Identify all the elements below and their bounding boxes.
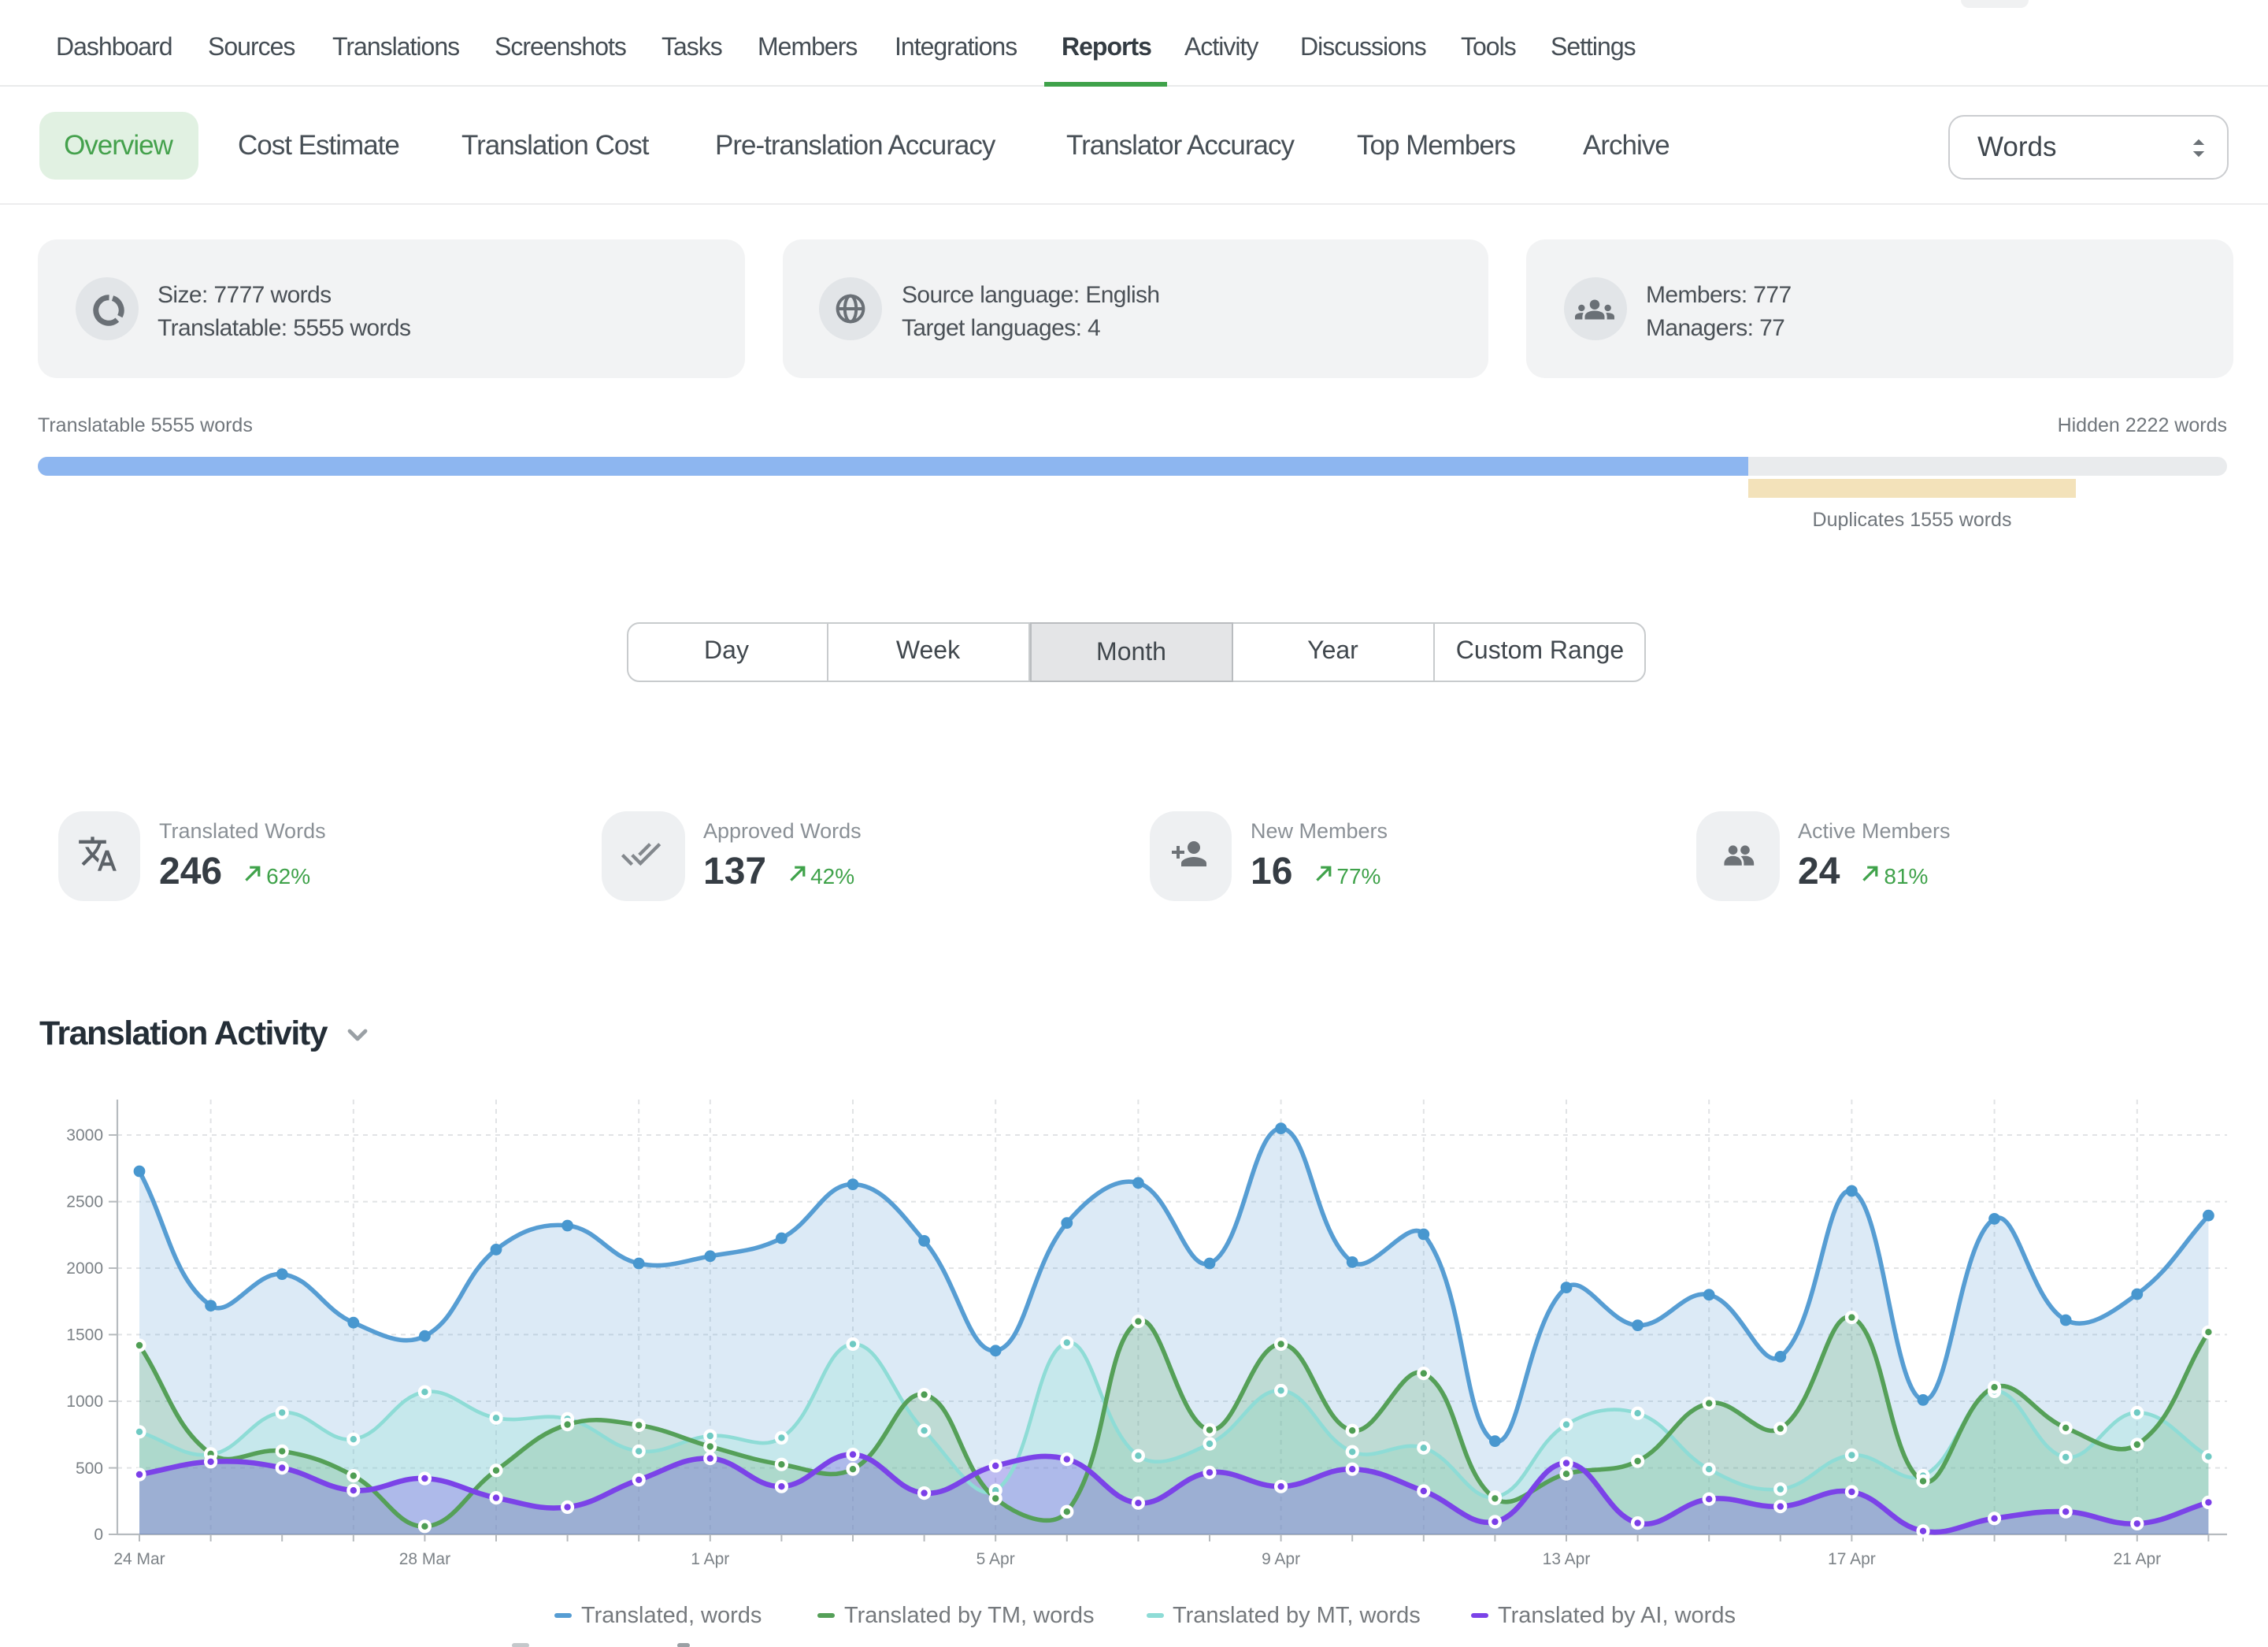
svg-text:1 Apr: 1 Apr — [691, 1550, 729, 1568]
svg-text:2500: 2500 — [66, 1193, 103, 1211]
svg-text:21 Apr: 21 Apr — [2113, 1550, 2161, 1568]
svg-text:1000: 1000 — [66, 1393, 103, 1411]
svg-text:24 Mar: 24 Mar — [113, 1550, 165, 1568]
svg-text:9 Apr: 9 Apr — [1262, 1550, 1300, 1568]
svg-text:17 Apr: 17 Apr — [1828, 1550, 1876, 1568]
svg-text:0: 0 — [94, 1526, 103, 1544]
svg-text:13 Apr: 13 Apr — [1543, 1550, 1591, 1568]
svg-text:1500: 1500 — [66, 1326, 103, 1345]
svg-text:3000: 3000 — [66, 1126, 103, 1144]
svg-text:500: 500 — [76, 1460, 103, 1478]
svg-text:5 Apr: 5 Apr — [976, 1550, 1015, 1568]
svg-text:2000: 2000 — [66, 1259, 103, 1278]
svg-text:28 Mar: 28 Mar — [399, 1550, 450, 1568]
